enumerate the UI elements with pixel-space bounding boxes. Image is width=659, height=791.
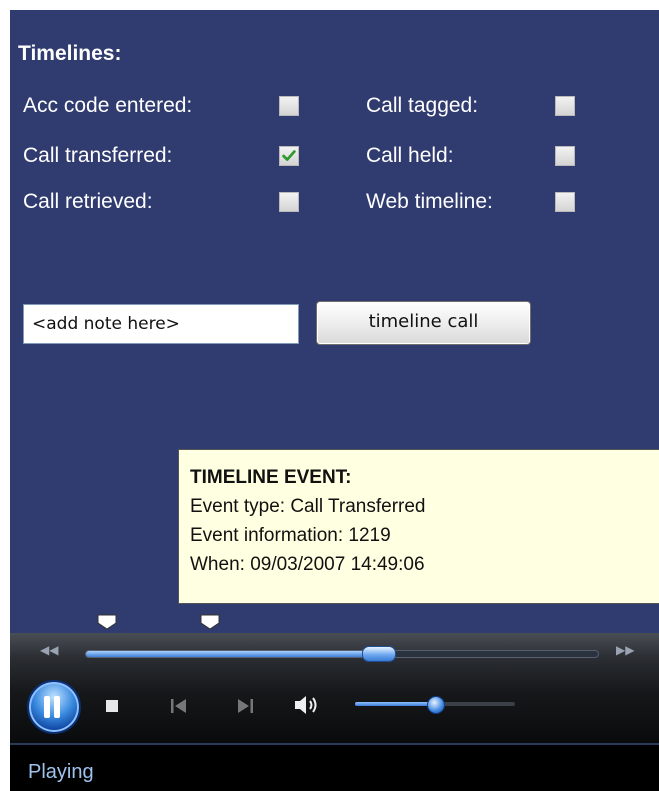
call-retrieved-checkbox[interactable] [279, 192, 299, 212]
note-input[interactable] [23, 304, 299, 344]
tooltip-event-information: Event information: 1219 [190, 525, 391, 546]
previous-track-icon[interactable] [170, 698, 188, 714]
volume-thumb[interactable] [427, 696, 445, 714]
call-transferred-checkbox[interactable] [279, 146, 299, 166]
timeline-marker-icon[interactable] [97, 614, 117, 630]
speaker-icon[interactable] [293, 693, 323, 717]
timeline-event-tooltip: TIMELINE EVENT: Event type: Call Transfe… [178, 449, 659, 604]
call-held-checkbox[interactable] [555, 146, 575, 166]
next-track-icon[interactable] [236, 698, 254, 714]
stop-icon[interactable] [105, 699, 119, 713]
tooltip-heading: TIMELINE EVENT: [190, 467, 352, 488]
seek-progress-fill [86, 651, 378, 657]
acc-code-entered-checkbox[interactable] [279, 96, 299, 116]
status-text: Playing [28, 761, 94, 783]
fast-forward-icon[interactable]: ▶▶ [616, 643, 634, 657]
call-tagged-label: Call tagged: [366, 94, 479, 117]
call-retrieved-label: Call retrieved: [23, 190, 153, 213]
checkmark-icon [282, 150, 296, 161]
web-timeline-label: Web timeline: [366, 190, 493, 213]
timelines-title: Timelines: [18, 42, 122, 65]
seek-bar[interactable] [85, 646, 599, 662]
web-timeline-checkbox[interactable] [555, 192, 575, 212]
pause-icon [44, 696, 50, 718]
timeline-call-button[interactable]: timeline call [316, 301, 531, 345]
tooltip-event-type: Event type: Call Transferred [190, 496, 426, 517]
call-tagged-checkbox[interactable] [555, 96, 575, 116]
rewind-icon[interactable]: ◀◀ [40, 643, 58, 657]
tooltip-when: When: 09/03/2007 14:49:06 [190, 554, 425, 575]
pause-button[interactable] [27, 680, 81, 734]
volume-slider[interactable] [355, 696, 515, 714]
media-player-controls: ◀◀ ▶▶ [10, 633, 659, 743]
call-transferred-label: Call transferred: [23, 144, 173, 167]
timeline-marker-icon[interactable] [200, 614, 220, 630]
status-bar: Playing [10, 743, 659, 791]
acc-code-entered-label: Acc code entered: [23, 94, 193, 117]
call-held-label: Call held: [366, 144, 454, 167]
volume-fill [355, 702, 435, 706]
seek-thumb[interactable] [361, 646, 396, 662]
